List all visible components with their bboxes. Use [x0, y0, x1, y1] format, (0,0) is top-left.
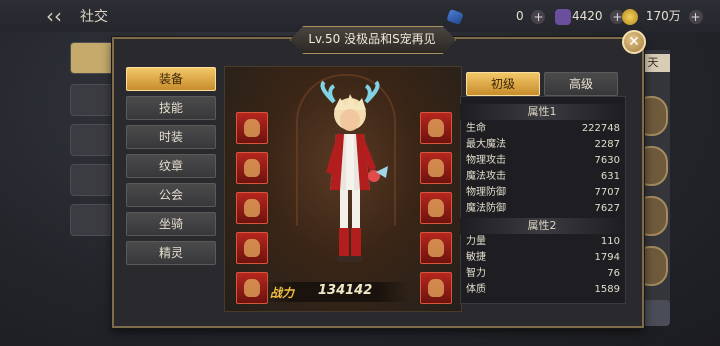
resource-crystal: 4420 + — [572, 9, 625, 24]
section-header: 属性2 — [460, 218, 624, 234]
helmet-icon — [244, 119, 260, 137]
category-mount[interactable]: 坐骑 — [126, 212, 216, 236]
social-tab-1[interactable] — [70, 42, 116, 74]
resource-feather — [446, 7, 464, 25]
add-coin-button[interactable]: + — [688, 9, 703, 24]
stat-row: 魔法攻击 631 — [466, 171, 620, 182]
resource-crystal-counter: 0 + — [512, 7, 572, 25]
stat-row: 力量 110 — [466, 236, 620, 247]
tab-advanced[interactable]: 高级 — [544, 72, 618, 96]
equipment-slot-head[interactable] — [236, 112, 268, 144]
stat-row: 体质 1589 — [466, 284, 620, 295]
stat-row: 生命 222748 — [466, 123, 620, 134]
social-tab-2[interactable] — [70, 84, 116, 116]
equipment-slot-chest[interactable] — [236, 152, 268, 184]
ring-icon — [428, 199, 444, 217]
bracelet-icon — [428, 239, 444, 257]
equipment-slot-shoulder[interactable] — [420, 152, 452, 184]
power-value: 134142 — [318, 283, 373, 298]
stat-row: 最大魔法 2287 — [466, 139, 620, 150]
category-spirit[interactable]: 精灵 — [126, 241, 216, 265]
equipment-slot-boots[interactable] — [420, 272, 452, 304]
equipment-slot-bracelet[interactable] — [420, 232, 452, 264]
pants-icon — [244, 199, 260, 217]
character-avatar[interactable] — [310, 80, 390, 270]
tab-basic[interactable]: 初级 — [466, 72, 540, 96]
category-emblem[interactable]: 纹章 — [126, 154, 216, 178]
belt-icon — [244, 239, 260, 257]
equipment-slot-necklace[interactable] — [420, 112, 452, 144]
shoulder-icon — [428, 159, 444, 177]
close-button[interactable]: ✕ — [622, 30, 646, 54]
social-tab-5[interactable] — [70, 204, 116, 236]
stat-row: 魔法防御 7627 — [466, 203, 620, 214]
social-tab-4[interactable] — [70, 164, 116, 196]
necklace-icon — [428, 119, 444, 137]
resource-coin: 170万 + — [622, 7, 703, 25]
dialog-title: Lv.50 没极品和S宠再见 — [308, 32, 436, 46]
page-title: 社交 — [80, 9, 108, 25]
section-header: 属性1 — [460, 104, 624, 120]
category-guild[interactable]: 公会 — [126, 183, 216, 207]
boots-icon — [428, 279, 444, 297]
armor-icon — [244, 159, 260, 177]
social-tab-3[interactable] — [70, 124, 116, 156]
equipment-slot-belt[interactable] — [236, 232, 268, 264]
feather-icon — [446, 8, 464, 25]
stat-row: 物理攻击 7630 — [466, 155, 620, 166]
category-skills[interactable]: 技能 — [126, 96, 216, 120]
power-label: 战力 — [270, 286, 295, 300]
stat-row: 物理防御 7707 — [466, 187, 620, 198]
back-arrow-icon[interactable]: ‹‹ — [46, 6, 70, 26]
coin-icon — [622, 8, 638, 25]
weapon-icon — [244, 279, 260, 297]
add-feather-button[interactable]: + — [531, 9, 546, 24]
stat-row: 智力 76 — [466, 268, 620, 279]
category-fashion[interactable]: 时装 — [126, 125, 216, 149]
equipment-slot-legs[interactable] — [236, 192, 268, 224]
category-equipment[interactable]: 装备 — [126, 67, 216, 91]
equipment-slot-ring[interactable] — [420, 192, 452, 224]
stat-row: 敏捷 1794 — [466, 252, 620, 263]
